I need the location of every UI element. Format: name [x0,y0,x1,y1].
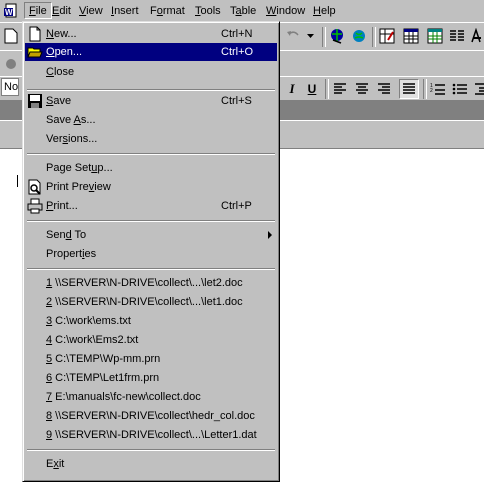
menu-item-print-preview[interactable]: Print Preview [25,178,277,196]
decrease-indent-icon[interactable] [471,80,484,98]
recent-file-9[interactable]: 9 \\SERVER\N-DRIVE\collect\...\Letter1.d… [25,426,277,444]
menu-item-properties[interactable]: Properties [25,245,277,263]
underline-icon[interactable]: U [303,80,321,98]
menu-item-new[interactable]: New... Ctrl+N [25,25,277,43]
menu-insert[interactable]: Insert [111,4,139,19]
menu-help[interactable]: Help [313,4,336,19]
text-cursor [17,175,18,187]
columns-icon[interactable] [448,27,466,45]
menu-separator [27,153,275,155]
new-document-icon[interactable] [2,27,20,45]
menu-item-page-setup[interactable]: Page Setup... [25,159,277,177]
justify-icon[interactable] [399,79,419,99]
bullets-icon[interactable] [451,80,469,98]
toolbar-button-icon[interactable] [2,55,20,73]
menu-item-print[interactable]: Print... Ctrl+P [25,197,277,215]
new-document-icon [29,26,41,42]
insert-table-icon[interactable] [402,27,420,45]
numbering-icon[interactable]: 12 [429,80,447,98]
recent-file-7[interactable]: 7 E:\manuals\fc-new\collect.doc [25,388,277,406]
drawing-icon[interactable] [468,27,484,45]
menu-separator [27,89,275,91]
svg-text:2: 2 [430,88,433,94]
tables-borders-icon[interactable] [378,27,396,45]
open-folder-icon [27,47,43,58]
insert-excel-icon[interactable] [426,27,444,45]
menu-tools[interactable]: Tools [195,4,221,19]
menu-separator [27,268,275,270]
menu-format[interactable]: Format [150,4,185,19]
menu-item-close[interactable]: Close [25,63,277,81]
menu-view[interactable]: View [79,4,103,19]
recent-file-2[interactable]: 2 \\SERVER\N-DRIVE\collect\...\let1.doc [25,293,277,311]
align-left-icon[interactable] [331,80,349,98]
menu-bar: W File Edit View Insert Format Tools Tab… [0,0,484,22]
menu-separator [27,449,275,451]
recent-file-8[interactable]: 8 \\SERVER\N-DRIVE\collect\hedr_col.doc [25,407,277,425]
svg-text:W: W [5,8,13,17]
menu-edit[interactable]: Edit [52,4,71,19]
recent-file-1[interactable]: 1 \\SERVER\N-DRIVE\collect\...\let2.doc [25,274,277,292]
insert-hyperlink-icon[interactable] [328,27,346,45]
recent-file-4[interactable]: 4 C:\work\Ems2.txt [25,331,277,349]
menu-table[interactable]: Table [230,4,256,19]
redo-dropdown-icon[interactable] [302,27,320,45]
file-menu: New... Ctrl+N Open... Ctrl+O Close Save … [22,21,280,482]
web-toolbar-icon[interactable] [350,27,368,45]
align-center-icon[interactable] [353,80,371,98]
italic-icon[interactable]: I [283,80,301,98]
menu-item-send-to[interactable]: Send To [25,226,277,244]
menu-item-save-as[interactable]: Save As... [25,111,277,129]
menu-separator [27,220,275,222]
menu-window[interactable]: Window [266,4,305,19]
recent-file-6[interactable]: 6 C:\TEMP\Let1frm.prn [25,369,277,387]
align-right-icon[interactable] [375,80,393,98]
style-dropdown[interactable]: No [1,78,19,96]
print-preview-icon [28,179,41,195]
recent-file-3[interactable]: 3 C:\work\ems.txt [25,312,277,330]
undo-icon[interactable] [284,27,302,45]
save-disk-icon [28,94,42,108]
word-document-icon[interactable]: W [3,3,19,19]
menu-file[interactable]: File [24,2,52,19]
menu-item-open[interactable]: Open... Ctrl+O [25,43,277,61]
printer-icon [27,198,43,214]
menu-item-save[interactable]: Save Ctrl+S [25,92,277,110]
recent-file-5[interactable]: 5 C:\TEMP\Wp-mm.prn [25,350,277,368]
menu-item-versions[interactable]: Versions... [25,130,277,148]
menu-item-exit[interactable]: Exit [25,455,277,473]
submenu-arrow-icon [268,231,272,239]
